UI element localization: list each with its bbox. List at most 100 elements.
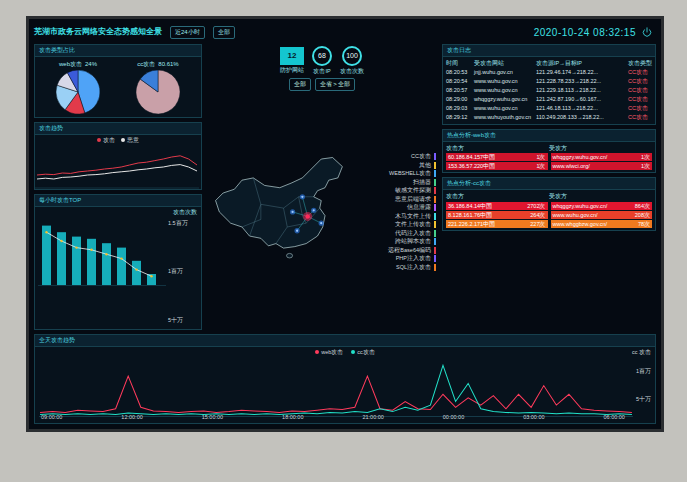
hourly-point: [120, 257, 122, 259]
legend-item: 攻击: [97, 136, 115, 144]
stat-box: 12: [280, 47, 304, 65]
legend-item: 恶意: [121, 136, 139, 144]
pie-slice: [67, 70, 78, 92]
panel-title: 热点分析-web攻击: [443, 130, 655, 142]
hourly-point: [60, 239, 62, 241]
axis-tick: 09:00:00: [41, 413, 62, 421]
log-row[interactable]: 08:20:54www.wuhu.gov.cn121.228.78.233→21…: [446, 77, 652, 86]
hourly-point: [105, 253, 107, 255]
attack-type-list: CC攻击其他WEBSHELL攻击扫描器敏感文件探测恶意后端请求信息泄露木马文件上…: [362, 94, 436, 330]
trend-line: [37, 165, 197, 179]
log-row[interactable]: 08:20:53jnjj.wuhu.gov.cn121.29.46.174→21…: [446, 68, 652, 77]
trend-panel: 攻击趋势攻击恶意: [34, 122, 202, 190]
hotspot-header: 攻击方: [446, 192, 549, 200]
hourly-bar: [117, 247, 126, 284]
attack-type: 远程Base64编码: [362, 247, 436, 255]
log-row[interactable]: 08:29:03www.wuhu.gov.cn121.46.18.113→218…: [446, 104, 652, 113]
hotspot-row[interactable]: 153.36.57.220中国1次www.wlwci.org/1次: [446, 162, 652, 170]
title: 芜湖市政务云网络安全态势感知全景: [34, 26, 162, 38]
panel-title: 攻击趋势: [35, 123, 201, 135]
stat-label: 攻击IP: [313, 67, 330, 75]
pie-chart: [56, 70, 100, 114]
hotspot-row[interactable]: 8.128.161.76中国264次www.wuhu.gov.cn/208次: [446, 211, 652, 219]
power-icon[interactable]: [642, 27, 652, 37]
breadcrumb-item[interactable]: 全省 > 全部: [315, 78, 356, 91]
legend-item: web攻击: [315, 348, 343, 356]
hotspot-panel: 热点分析-web攻击攻击方受攻方60.186.84.157中国1次whqggzy…: [442, 129, 656, 173]
screen: 芜湖市政务云网络安全态势感知全景近24小时全部2020-10-24 08:32:…: [26, 16, 664, 432]
axis-tick: 15:00:00: [202, 413, 223, 421]
hourly-point: [135, 268, 137, 270]
hourly-bar: [102, 243, 111, 285]
pie-slice: [136, 70, 180, 114]
hourly-panel: 每小时攻击TOP攻击次数1.5百万1百万5十万: [34, 194, 202, 330]
hourly-line: [47, 232, 152, 276]
attack-type: 扫描器: [362, 179, 436, 187]
attack-type: WEBSHELL攻击: [362, 170, 436, 178]
axis-tick: 12:00:00: [121, 413, 142, 421]
daily-line: [40, 366, 632, 415]
body: 攻击类型占比 web攻击24% cc攻击80.61% 攻击趋势攻击恶意每小时攻击TOP…: [34, 44, 656, 330]
panel-title: 全天攻击趋势: [35, 335, 655, 347]
attack-type: SQL注入攻击: [362, 264, 436, 272]
attack-type: 敏感文件探测: [362, 187, 436, 195]
timestamp: 2020-10-24 08:32:15: [534, 25, 636, 40]
hotspot-header: 受攻方: [549, 144, 652, 152]
stat: 100攻击次数: [340, 46, 364, 75]
log-row[interactable]: 08:29:12www.wuhuyouth.gov.cn110.249.208.…: [446, 113, 652, 122]
daily-chart: [39, 357, 633, 417]
log-row[interactable]: 08:29:00whqggzy.wuhu.gov.cn121.242.87.19…: [446, 95, 652, 104]
attack-type: 跨站脚本攻击: [362, 238, 436, 246]
hotspot-header: 受攻方: [549, 192, 652, 200]
axis-tick: 1.5百万: [168, 219, 188, 227]
daily-panel: 全天攻击趋势web攻击cc攻击cc 攻击1百万5十万09:00:0012:00:…: [34, 334, 656, 424]
panel-title: 每小时攻击TOP: [35, 195, 201, 207]
attack-type: 信息泄露: [362, 204, 436, 212]
panel-title: 攻击类型占比: [35, 45, 201, 57]
log-row[interactable]: 08:20:57www.wuhu.gov.cn121.229.18.113→21…: [446, 86, 652, 95]
hourly-point: [150, 275, 152, 277]
pie-item: cc攻击80.61%: [136, 60, 180, 114]
hotspot-row[interactable]: 60.186.84.157中国1次whqggzy.wuhu.gov.cn/1次: [446, 153, 652, 161]
axis-tick: 5十万: [168, 316, 188, 324]
hourly-point: [90, 248, 92, 250]
stat-ring: 100: [342, 46, 362, 66]
hotspot-header: 攻击方: [446, 144, 549, 152]
hourly-bar: [57, 232, 66, 285]
hourly-bar: [147, 274, 156, 285]
hotspot-panel: 热点分析-cc攻击攻击方受攻方36.186.84.14中国2702次whqggz…: [442, 177, 656, 230]
target-pin[interactable]: [303, 212, 312, 221]
breadcrumb: 全部全省 > 全部: [208, 78, 436, 91]
trend-chart: [35, 145, 199, 189]
hourly-bar: [72, 236, 81, 284]
stat: 68攻击IP: [312, 46, 332, 75]
attack-type: 其他: [362, 162, 436, 170]
stat: 12防护网站: [280, 47, 304, 74]
axis-tick: 1百万: [168, 267, 188, 275]
filter-select[interactable]: 近24小时: [170, 26, 205, 39]
hotspot-row[interactable]: 221.226.2.171中国227次www.whggbzw.gov.cn/78…: [446, 220, 652, 228]
stat-ring: 68: [312, 46, 332, 66]
pie-item: web攻击24%: [56, 60, 100, 114]
unit-label: cc 攻击: [632, 348, 651, 356]
legend-item: cc攻击: [351, 348, 375, 356]
pie-panel: 攻击类型占比 web攻击24% cc攻击80.61%: [34, 44, 202, 118]
hotspot-row[interactable]: 36.186.84.14中国2702次whqggzy.wuhu.gov.cn/8…: [446, 202, 652, 210]
axis-tick: 5十万: [636, 395, 651, 403]
filter-select[interactable]: 全部: [213, 26, 235, 39]
panel-title: 攻击日志: [443, 45, 655, 57]
pie-slice: [140, 70, 158, 92]
hourly-point: [45, 231, 47, 233]
attack-type: 代码注入攻击: [362, 230, 436, 238]
attack-type: 文件上传攻击: [362, 221, 436, 229]
breadcrumb-item[interactable]: 全部: [289, 78, 311, 91]
pie-percent: 24%: [85, 60, 97, 69]
hourly-bar: [132, 260, 141, 284]
hourly-bar: [87, 238, 96, 284]
pie-percent: 80.61%: [158, 60, 178, 69]
axis-tick: 21:00:00: [362, 413, 383, 421]
attack-type: 恶意后端请求: [362, 196, 436, 204]
center-column: 12防护网站 68攻击IP 100攻击次数全部全省 > 全部 CC攻击其他WEBSHE…: [208, 44, 436, 330]
axis-tick: 18:00:00: [282, 413, 303, 421]
header: 芜湖市政务云网络安全态势感知全景近24小时全部 2020-10-24 08:32:…: [34, 24, 656, 40]
